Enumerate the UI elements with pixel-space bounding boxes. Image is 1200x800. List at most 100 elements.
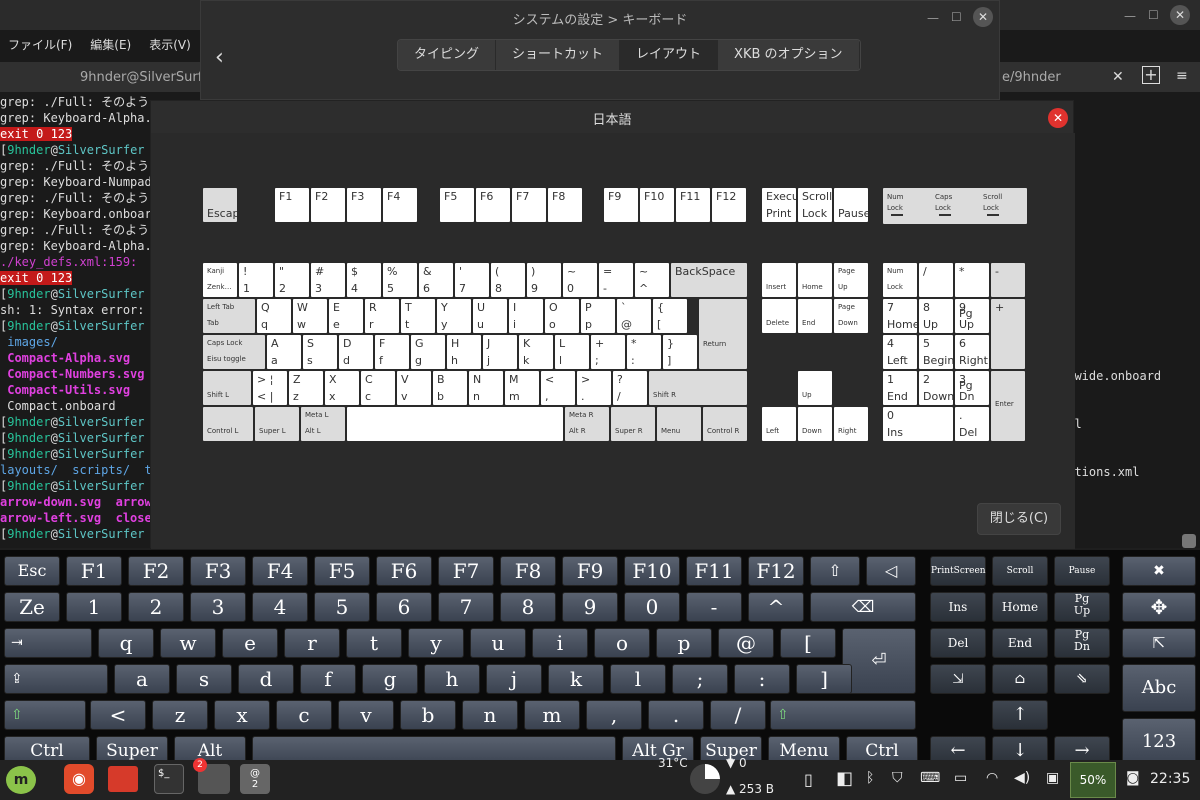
onboard-key[interactable]: ⇲ bbox=[930, 664, 986, 694]
onboard-key[interactable]: i bbox=[532, 628, 588, 658]
onboard-key[interactable]: ⌂ bbox=[992, 664, 1048, 694]
onboard-key[interactable]: @ bbox=[718, 628, 774, 658]
battery-status-icon[interactable]: ▭ bbox=[954, 770, 967, 786]
keyboard-icon[interactable]: ⌨ bbox=[920, 770, 940, 786]
onboard-key[interactable]: k bbox=[548, 664, 604, 694]
firefox-icon[interactable]: ◉ bbox=[64, 764, 94, 794]
onboard-key[interactable]: ^ bbox=[748, 592, 804, 622]
onboard-key[interactable]: Scroll bbox=[992, 556, 1048, 586]
onboard-key[interactable]: x bbox=[214, 700, 270, 730]
tab-layout[interactable]: レイアウト bbox=[620, 40, 719, 70]
tab-typing[interactable]: タイピング bbox=[398, 40, 497, 70]
onboard-key[interactable]: l bbox=[610, 664, 666, 694]
onboard-key[interactable]: 1 bbox=[66, 592, 122, 622]
onboard-key[interactable]: y bbox=[408, 628, 464, 658]
onboard-key[interactable]: d bbox=[238, 664, 294, 694]
onboard-key[interactable]: End bbox=[992, 628, 1048, 658]
close-button[interactable]: 閉じる(C) bbox=[977, 503, 1061, 535]
tab-title-right[interactable]: e/9hnder bbox=[1002, 70, 1061, 85]
onboard-key[interactable]: z bbox=[152, 700, 208, 730]
onboard-key[interactable]: F9 bbox=[562, 556, 618, 586]
onboard-key[interactable]: ⏎ bbox=[842, 628, 916, 694]
wifi-icon[interactable]: ◠ bbox=[986, 770, 998, 786]
shield-icon[interactable]: ⛉ bbox=[892, 770, 903, 786]
close-tab-icon[interactable]: ✕ bbox=[1112, 69, 1124, 85]
close-icon[interactable]: ✕ bbox=[1170, 5, 1190, 25]
clipboard-icon[interactable]: ▯ bbox=[804, 770, 813, 789]
onboard-key[interactable]: Del bbox=[930, 628, 986, 658]
onboard-key[interactable]: ] bbox=[796, 664, 852, 694]
onboard-key[interactable]: < bbox=[90, 700, 146, 730]
onboard-key[interactable]: ⇘ bbox=[1054, 664, 1110, 694]
menu-view[interactable]: 表示(V) bbox=[149, 36, 191, 58]
onboard-key[interactable]: [ bbox=[780, 628, 836, 658]
onboard-key[interactable]: 5 bbox=[314, 592, 370, 622]
onboard-key[interactable]: q bbox=[98, 628, 154, 658]
onboard-key[interactable]: t bbox=[346, 628, 402, 658]
onboard-key[interactable]: 0 bbox=[624, 592, 680, 622]
onboard-key[interactable]: F3 bbox=[190, 556, 246, 586]
onboard-key[interactable]: ◁ bbox=[866, 556, 916, 586]
volume-icon[interactable]: ◀) bbox=[1014, 770, 1030, 786]
onboard-key[interactable]: s bbox=[176, 664, 232, 694]
close-icon[interactable]: ✕ bbox=[1048, 108, 1068, 128]
clock[interactable]: 22:35 bbox=[1150, 771, 1190, 787]
menu-icon[interactable]: ≡ bbox=[1176, 68, 1188, 84]
onboard-key[interactable]: e bbox=[222, 628, 278, 658]
minimize-icon[interactable]: — bbox=[927, 11, 939, 25]
maximize-icon[interactable]: ☐ bbox=[1148, 8, 1159, 22]
onboard-key[interactable]: F8 bbox=[500, 556, 556, 586]
menu-icon[interactable]: m bbox=[6, 766, 36, 794]
onboard-key[interactable]: ; bbox=[672, 664, 728, 694]
menu-edit[interactable]: 編集(E) bbox=[90, 36, 131, 58]
onboard-key[interactable]: ↑ bbox=[992, 700, 1048, 730]
onboard-key[interactable]: ⇥ bbox=[4, 628, 92, 658]
onboard-key[interactable]: Ins bbox=[930, 592, 986, 622]
files-icon[interactable] bbox=[108, 766, 138, 792]
onboard-key[interactable]: c bbox=[276, 700, 332, 730]
onboard-key[interactable]: o bbox=[594, 628, 650, 658]
onboard-key[interactable]: 7 bbox=[438, 592, 494, 622]
onboard-key[interactable]: u bbox=[470, 628, 526, 658]
onboard-key[interactable]: 8 bbox=[500, 592, 556, 622]
onboard-key[interactable]: ✖ bbox=[1122, 556, 1196, 586]
onboard-key[interactable]: n bbox=[462, 700, 518, 730]
onboard-key[interactable]: ⇧ bbox=[4, 700, 86, 730]
camera-icon[interactable]: ◙ bbox=[1126, 770, 1140, 786]
power-icon[interactable]: ▣ bbox=[1046, 770, 1059, 786]
new-tab-icon[interactable]: + bbox=[1142, 66, 1160, 84]
menu-file[interactable]: ファイル(F) bbox=[8, 36, 72, 58]
onboard-key[interactable]: Pg Up bbox=[1054, 592, 1110, 622]
onboard-key[interactable]: ✥ bbox=[1122, 592, 1196, 622]
onboard-key[interactable]: F7 bbox=[438, 556, 494, 586]
onboard-key[interactable]: 3 bbox=[190, 592, 246, 622]
scrollbar-thumb-right[interactable] bbox=[1182, 534, 1196, 548]
onboard-key[interactable]: F1 bbox=[66, 556, 122, 586]
onboard-key[interactable]: F10 bbox=[624, 556, 680, 586]
tab-title[interactable]: 9hnder@SilverSurfer bbox=[80, 70, 216, 85]
onboard-key[interactable]: f bbox=[300, 664, 356, 694]
onboard-key[interactable]: Pg Dn bbox=[1054, 628, 1110, 658]
onboard-key[interactable]: Pause bbox=[1054, 556, 1110, 586]
maximize-icon[interactable]: ☐ bbox=[951, 10, 962, 24]
workspace-icon[interactable]: ◧ bbox=[836, 768, 853, 789]
onboard-key[interactable]: - bbox=[686, 592, 742, 622]
back-arrow-icon[interactable]: ‹ bbox=[215, 45, 224, 70]
tab-xkb-options[interactable]: XKB のオプション bbox=[718, 40, 860, 70]
onboard-key[interactable]: g bbox=[362, 664, 418, 694]
onboard-key[interactable]: ⇱ bbox=[1122, 628, 1196, 658]
battery-percentage[interactable]: 50% bbox=[1070, 762, 1116, 798]
onboard-key[interactable]: / bbox=[710, 700, 766, 730]
terminal-icon[interactable]: $_ bbox=[154, 764, 184, 794]
onboard-key[interactable]: h bbox=[424, 664, 480, 694]
onboard-key[interactable]: 123 bbox=[1122, 718, 1196, 766]
onboard-key[interactable]: 6 bbox=[376, 592, 432, 622]
onboard-key[interactable]: Ze bbox=[4, 592, 60, 622]
onboard-key[interactable]: b bbox=[400, 700, 456, 730]
onboard-key[interactable]: : bbox=[734, 664, 790, 694]
bluetooth-icon[interactable]: ᛒ bbox=[866, 770, 874, 786]
onboard-key[interactable]: . bbox=[648, 700, 704, 730]
onboard-key[interactable]: Abc bbox=[1122, 664, 1196, 712]
onboard-key[interactable]: a bbox=[114, 664, 170, 694]
onboard-icon[interactable]: @2 bbox=[240, 764, 270, 794]
